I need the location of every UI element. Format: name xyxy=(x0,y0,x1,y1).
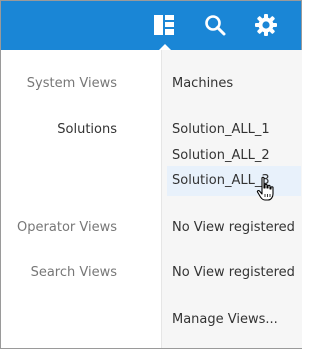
manage-views-link[interactable]: Manage Views... xyxy=(172,312,278,327)
search-button[interactable] xyxy=(200,10,230,40)
settings-button[interactable] xyxy=(251,10,281,40)
menu-item-machines[interactable]: Machines xyxy=(172,76,233,91)
view-items-panel xyxy=(161,50,302,348)
views-button[interactable] xyxy=(149,10,179,40)
search-icon xyxy=(205,15,226,36)
menu-item-solution-all-2[interactable]: Solution_ALL_2 xyxy=(172,148,270,163)
top-toolbar xyxy=(1,1,301,50)
menu-item-solution-all-1[interactable]: Solution_ALL_1 xyxy=(172,122,270,137)
views-grid-icon xyxy=(154,15,174,35)
category-search-views: Search Views xyxy=(30,265,117,280)
menu-item-solution-all-3[interactable]: Solution_ALL_3 xyxy=(172,173,270,188)
category-system-views: System Views xyxy=(26,76,117,91)
category-operator-views: Operator Views xyxy=(17,220,117,235)
hand-cursor-icon xyxy=(256,176,274,201)
category-solutions[interactable]: Solutions xyxy=(1,122,117,137)
search-no-view-text: No View registered xyxy=(172,265,295,280)
operator-no-view-text: No View registered xyxy=(172,220,295,235)
gear-icon xyxy=(255,14,277,36)
views-dropdown-window: System Views Solutions Operator Views Se… xyxy=(0,0,302,349)
